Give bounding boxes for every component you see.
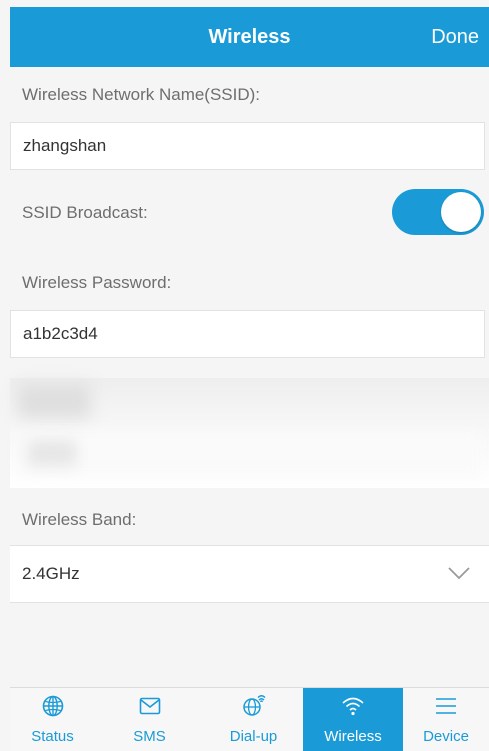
band-value: 2.4GHz (22, 564, 80, 583)
ssid-broadcast-toggle[interactable] (392, 189, 484, 235)
bottom-tab-bar: Status SMS Dial-up Wireless Device (10, 687, 489, 751)
globe-icon (42, 695, 63, 717)
password-label: Wireless Password: (22, 273, 172, 292)
envelope-icon (139, 697, 160, 715)
ssid-input[interactable]: zhangshan (10, 122, 485, 170)
tab-device[interactable]: Device (403, 688, 489, 751)
tab-device-label: Device (423, 728, 469, 745)
done-button[interactable]: Done (431, 7, 479, 67)
page-title: Wireless (208, 26, 291, 48)
chevron-down-icon (448, 567, 470, 580)
ssid-label: Wireless Network Name(SSID): (22, 85, 261, 104)
tab-status-label: Status (31, 728, 74, 745)
tab-wireless[interactable]: Wireless (303, 688, 403, 751)
tab-sms[interactable]: SMS (95, 688, 204, 751)
band-label: Wireless Band: (22, 510, 137, 529)
tab-wireless-label: Wireless (324, 728, 382, 745)
password-input[interactable]: a1b2c3d4 (10, 310, 485, 358)
wifi-icon (342, 697, 364, 716)
blurred-setting (10, 378, 489, 488)
toggle-knob (441, 192, 481, 232)
blurred-label (18, 384, 90, 418)
tab-status[interactable]: Status (10, 688, 95, 751)
globe-signal-icon (242, 695, 265, 716)
tab-sms-label: SMS (133, 728, 166, 745)
ssid-broadcast-label: SSID Broadcast: (22, 203, 148, 222)
top-bar: Wireless Done (10, 7, 489, 67)
tab-dial-up[interactable]: Dial-up (204, 688, 303, 751)
menu-icon (436, 698, 456, 714)
band-select[interactable]: 2.4GHz (10, 545, 489, 603)
blurred-field (20, 432, 480, 476)
tab-dial-up-label: Dial-up (229, 728, 278, 745)
blurred-value (28, 440, 76, 466)
